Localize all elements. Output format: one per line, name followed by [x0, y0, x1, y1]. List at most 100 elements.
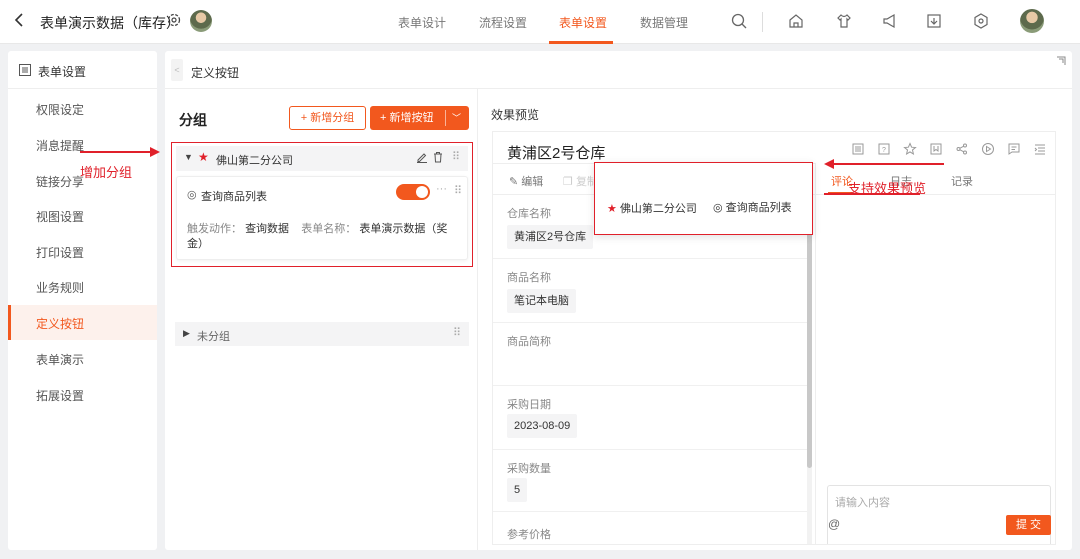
group-name: 佛山第二分公司: [216, 155, 293, 167]
custom-button-popover: ★ 佛山第二分公司 ◎ 查询商品列表: [594, 162, 813, 235]
drag-handle-icon[interactable]: ⠿: [452, 150, 460, 163]
popover-button-label: 查询商品列表: [725, 202, 792, 214]
button-card[interactable]: ◎ 查询商品列表 ··· ⠿ 触发动作： 查询数据 表单名称： 表单演示数据（奖…: [176, 176, 468, 260]
field-label: 商品简称: [507, 336, 551, 348]
sidebar-item-permissions[interactable]: 权限设定: [8, 91, 157, 126]
field-purchase-date: 采购日期 2023-08-09: [493, 386, 809, 450]
sidebar-item-label: 定义按钮: [36, 317, 85, 331]
annotation-arrow-head: [150, 147, 160, 157]
field-value[interactable]: 5: [507, 478, 528, 502]
play-icon[interactable]: [981, 142, 995, 156]
outline-icon[interactable]: [1033, 142, 1047, 156]
breadcrumb-label: 定义按钮: [191, 66, 240, 80]
sidebar-item-define-buttons[interactable]: 定义按钮: [8, 305, 157, 340]
top-bar: 表单演示数据（库存） 表单设计 流程设置 表单设置 数据管理: [0, 0, 1080, 44]
toolbar-divider: [762, 12, 763, 32]
tab-form-design[interactable]: 表单设计: [398, 14, 446, 31]
download-icon[interactable]: [925, 12, 943, 30]
trigger-value: 查询数据: [245, 223, 290, 235]
corner-expand-icon[interactable]: [1056, 55, 1066, 65]
settings-hex-icon[interactable]: [972, 12, 990, 30]
sidebar-item-label: 拓展设置: [36, 389, 85, 403]
submit-button[interactable]: 提 交: [1006, 515, 1051, 535]
field-label: 参考价格: [507, 529, 551, 541]
edit-icon[interactable]: [416, 151, 428, 163]
annotation-arrow-line: [80, 151, 154, 153]
field-product-name: 商品名称 笔记本电脑: [493, 259, 809, 323]
gear-icon[interactable]: [166, 12, 182, 28]
search-icon[interactable]: [730, 12, 748, 30]
add-button-label: + 新增按钮: [380, 112, 434, 124]
mention-icon[interactable]: @: [828, 517, 840, 531]
popover-group-item[interactable]: ★ 佛山第二分公司: [607, 200, 697, 216]
sidebar-item-label: 视图设置: [36, 210, 85, 224]
sidebar-header-label: 表单设置: [38, 65, 87, 79]
field-reference-price: 参考价格: [493, 512, 809, 544]
shirt-icon[interactable]: [835, 12, 853, 30]
sidebar-item-business-rules[interactable]: 业务规则: [8, 269, 157, 304]
form-name-label: 表单名称：: [301, 223, 357, 235]
list-icon[interactable]: [851, 142, 865, 156]
sidebar-item-label: 打印设置: [36, 246, 85, 260]
popover-button-item[interactable]: ◎ 查询商品列表: [713, 199, 792, 215]
copy-tool[interactable]: ❐ 复制: [563, 173, 598, 189]
sidebar-item-view-settings[interactable]: 视图设置: [8, 198, 157, 233]
field-product-short-name: 商品简称: [493, 323, 809, 386]
home-icon[interactable]: [787, 12, 805, 30]
caret-right-icon[interactable]: ▶: [183, 328, 190, 339]
field-value[interactable]: 2023-08-09: [507, 414, 578, 438]
add-group-button[interactable]: + 新增分组: [289, 106, 366, 130]
user-avatar[interactable]: [1020, 9, 1044, 33]
sidebar-item-label: 权限设定: [36, 103, 85, 117]
chevron-down-icon[interactable]: ﹀: [452, 106, 461, 130]
ungrouped-row[interactable]: ▶ 未分组 ⠿: [175, 322, 469, 346]
more-icon[interactable]: ···: [436, 183, 447, 195]
tab-form-settings[interactable]: 表单设置: [559, 14, 607, 31]
sidebar-item-extension-settings[interactable]: 拓展设置: [8, 377, 157, 412]
bookmark-icon[interactable]: [929, 142, 943, 156]
edit-icon: ✎: [509, 176, 519, 188]
edit-tool[interactable]: ✎ 编辑: [509, 173, 543, 189]
collapse-sidebar-button[interactable]: <: [171, 59, 183, 81]
tab-records[interactable]: 记录: [951, 173, 973, 189]
sidebar-item-notifications[interactable]: 消息提醒: [8, 127, 157, 162]
scrollbar-thumb[interactable]: [807, 224, 812, 468]
favorite-star-icon[interactable]: [903, 142, 917, 156]
ungrouped-label: 未分组: [197, 331, 230, 343]
field-value[interactable]: 笔记本电脑: [507, 289, 576, 313]
annotation-add-group: 增加分组: [80, 165, 133, 180]
button-meta: 触发动作： 查询数据 表单名称： 表单演示数据（奖金）: [187, 222, 457, 252]
group-header-row[interactable]: ▼ ★ 佛山第二分公司 ⠿: [176, 146, 468, 171]
main-panel: < 定义按钮 分组 + 新增分组 + 新增按钮 ﹀ ▼ ★ 佛山第二分公司 ⠿ …: [165, 51, 1072, 550]
enable-toggle[interactable]: [396, 184, 430, 200]
field-value[interactable]: 黄浦区2号仓库: [507, 225, 594, 249]
sidebar-header: 表单设置: [8, 51, 157, 89]
sidebar-item-label: 消息提醒: [36, 139, 85, 153]
sidebar-item-print-settings[interactable]: 打印设置: [8, 234, 157, 269]
avatar[interactable]: [190, 10, 212, 32]
help-icon[interactable]: ?: [877, 142, 891, 156]
tab-flow-settings[interactable]: 流程设置: [479, 14, 527, 31]
back-arrow-icon[interactable]: [14, 12, 30, 30]
eye-icon: ◎: [187, 189, 197, 201]
field-label: 采购日期: [507, 399, 551, 411]
field-label: 仓库名称: [507, 208, 551, 220]
megaphone-icon[interactable]: [881, 12, 899, 30]
add-button-button[interactable]: + 新增按钮 ﹀: [370, 106, 469, 130]
share-icon[interactable]: [955, 142, 969, 156]
drag-handle-icon[interactable]: ⠿: [454, 184, 462, 197]
trigger-label: 触发动作：: [187, 223, 242, 235]
field-label: 商品名称: [507, 272, 551, 284]
tab-data-management[interactable]: 数据管理: [640, 14, 688, 31]
form-list-icon: [19, 64, 31, 76]
drag-handle-icon[interactable]: ⠿: [453, 326, 461, 339]
star-icon: ★: [607, 203, 617, 215]
sidebar-item-form-demo[interactable]: 表单演示: [8, 341, 157, 376]
svg-text:?: ?: [882, 147, 886, 154]
caret-down-icon[interactable]: ▼: [184, 152, 193, 162]
edit-label: 编辑: [521, 176, 544, 188]
comment-icon[interactable]: [1007, 142, 1021, 156]
field-label: 采购数量: [507, 463, 551, 475]
group-column: 分组 + 新增分组 + 新增按钮 ﹀ ▼ ★ 佛山第二分公司 ⠿ ◎ 查询商品列…: [165, 89, 478, 550]
trash-icon[interactable]: [432, 151, 444, 163]
